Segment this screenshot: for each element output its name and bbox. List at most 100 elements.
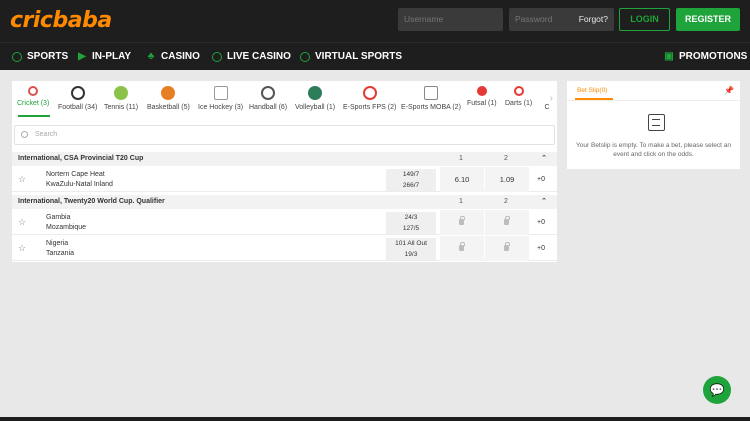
sports-panel: Cricket (3) Football (34) Tennis (11) Ba… <box>12 81 557 262</box>
nav-casino-label: CASINO <box>161 51 200 62</box>
logo[interactable]: cricbaba <box>10 8 112 33</box>
betslip-tab-indicator <box>575 98 613 100</box>
chevron-right-icon[interactable]: › <box>550 93 553 104</box>
sport-label: Cricket (3) <box>17 100 50 107</box>
away-score: 19/3 <box>386 249 436 260</box>
sport-tab-cricket[interactable]: Cricket (3) <box>17 84 49 107</box>
top-bar: cricbaba Forgot? LOGIN REGISTER <box>0 0 750 42</box>
virtual-sports-icon <box>300 52 310 62</box>
sport-tab-volleyball[interactable]: Volleyball (1) <box>295 84 335 111</box>
lock-icon <box>459 242 465 251</box>
betslip-panel: Bet Slip(0) 📌 Your Betslip is empty. To … <box>567 81 740 169</box>
live-casino-icon <box>212 52 222 62</box>
chevron-up-icon[interactable]: ⌃ <box>541 195 547 209</box>
league-title: International, Twenty20 World Cup. Quali… <box>18 198 165 205</box>
basketball-icon <box>161 86 176 100</box>
favorite-star-icon[interactable]: ☆ <box>18 174 26 185</box>
sports-icon <box>12 52 22 62</box>
sport-label: E-Sports MOBA (2) <box>401 104 461 111</box>
volleyball-icon <box>308 86 323 100</box>
betslip-tab[interactable]: Bet Slip(0) <box>577 87 607 94</box>
search-field[interactable]: Search <box>14 125 555 145</box>
betslip-header: Bet Slip(0) 📌 <box>567 81 740 101</box>
more-markets-link[interactable]: +0 <box>537 167 545 192</box>
password-input[interactable] <box>515 8 575 31</box>
lock-icon <box>504 242 510 251</box>
sport-tab-ice-hockey[interactable]: Ice Hockey (3) <box>198 84 243 111</box>
football-icon <box>70 86 85 100</box>
password-field[interactable]: Forgot? <box>509 8 614 31</box>
search-icon <box>21 131 28 138</box>
sport-label: Basketball (5) <box>147 104 190 111</box>
away-team: Tanzania <box>46 250 75 257</box>
nav-sports-label: SPORTS <box>27 51 69 62</box>
away-team: KwaZulu-Natal Inland <box>46 181 113 188</box>
odd-2-button[interactable]: 1.09 <box>485 167 529 192</box>
active-tab-indicator <box>18 115 50 117</box>
odd-1-button[interactable]: 6.10 <box>440 167 484 192</box>
sport-tab-tennis[interactable]: Tennis (11) <box>104 84 138 111</box>
register-button[interactable]: REGISTER <box>676 8 740 31</box>
sport-tab-football[interactable]: Football (34) <box>58 84 97 111</box>
table-row: ☆ Nortern Cape Heat KwaZulu-Natal Inland… <box>12 167 557 192</box>
league-title: International, CSA Provincial T20 Cup <box>18 155 144 162</box>
lock-icon <box>459 216 465 225</box>
forgot-link[interactable]: Forgot? <box>579 8 608 31</box>
sport-label: Football (34) <box>58 104 98 111</box>
table-row: ☆ Gambia Mozambique 24/3 127/5 +0 <box>12 210 557 235</box>
esports-fps-icon <box>362 86 377 100</box>
futsal-icon <box>476 86 487 96</box>
betslip-empty-text: Your Betslip is empty. To make a bet, pl… <box>576 142 731 158</box>
bottom-bar <box>0 417 750 421</box>
sport-tab-darts[interactable]: Darts (1) <box>505 84 532 107</box>
league-header[interactable]: International, CSA Provincial T20 Cup 1 … <box>12 152 557 166</box>
main-nav: SPORTS ▶ IN-PLAY ♣ CASINO LIVE CASINO VI… <box>0 42 750 70</box>
cricket-icon <box>28 86 39 96</box>
nav-inplay[interactable]: ▶ IN-PLAY <box>77 43 131 71</box>
sport-tab-esports-fps[interactable]: E-Sports FPS (2) <box>343 84 396 111</box>
home-team: Nortern Cape Heat <box>46 171 105 178</box>
nav-sports[interactable]: SPORTS <box>12 43 68 71</box>
nav-casino[interactable]: ♣ CASINO <box>146 43 200 71</box>
sport-tab-esports-moba[interactable]: E-Sports MOBA (2) <box>401 84 461 111</box>
nav-promotions-label: PROMOTIONS <box>679 51 748 62</box>
away-team: Mozambique <box>46 224 87 231</box>
chevron-up-icon[interactable]: ⌃ <box>541 152 547 166</box>
username-input[interactable] <box>404 8 503 31</box>
play-icon: ▶ <box>78 51 86 62</box>
tennis-icon <box>114 86 129 100</box>
column-2-label: 2 <box>504 198 508 205</box>
more-markets-link[interactable]: +0 <box>537 210 545 235</box>
table-row: ☆ Nigeria Tanzania 101 All Out 19/3 +0 <box>12 236 557 261</box>
ice-hockey-icon <box>213 86 228 100</box>
nav-live-casino[interactable]: LIVE CASINO <box>212 43 291 71</box>
username-field[interactable] <box>398 8 503 31</box>
sport-label: Volleyball (1) <box>295 104 336 111</box>
sport-label: Darts (1) <box>505 100 533 107</box>
pin-icon[interactable]: 📌 <box>724 86 734 95</box>
league-header[interactable]: International, Twenty20 World Cup. Quali… <box>12 195 557 209</box>
esports-moba-icon <box>423 86 438 100</box>
sport-tab-handball[interactable]: Handball (6) <box>249 84 287 111</box>
column-1-label: 1 <box>459 198 463 205</box>
nav-virtual-sports[interactable]: VIRTUAL SPORTS <box>300 43 402 71</box>
sport-tab-futsal[interactable]: Futsal (1) <box>467 84 497 107</box>
nav-inplay-label: IN-PLAY <box>92 51 132 62</box>
logo-text-cric: cric <box>10 8 53 33</box>
nav-promotions[interactable]: ▣ PROMOTIONS <box>664 43 747 71</box>
login-button[interactable]: LOGIN <box>619 8 670 31</box>
sport-tab-basketball[interactable]: Basketball (5) <box>147 84 190 111</box>
chat-icon[interactable]: 💬 <box>703 376 731 404</box>
casino-icon: ♣ <box>147 51 155 62</box>
away-score: 127/5 <box>386 223 436 234</box>
sport-label: Futsal (1) <box>467 100 497 107</box>
more-markets-link[interactable]: +0 <box>537 236 545 261</box>
sport-label: Handball (6) <box>249 104 288 111</box>
home-score: 101 All Out <box>386 238 436 249</box>
column-1-label: 1 <box>459 155 463 162</box>
logo-text-baba: baba <box>52 8 112 33</box>
home-score: 149/7 <box>386 169 436 180</box>
favorite-star-icon[interactable]: ☆ <box>18 243 26 254</box>
favorite-star-icon[interactable]: ☆ <box>18 217 26 228</box>
search-placeholder: Search <box>35 131 58 138</box>
